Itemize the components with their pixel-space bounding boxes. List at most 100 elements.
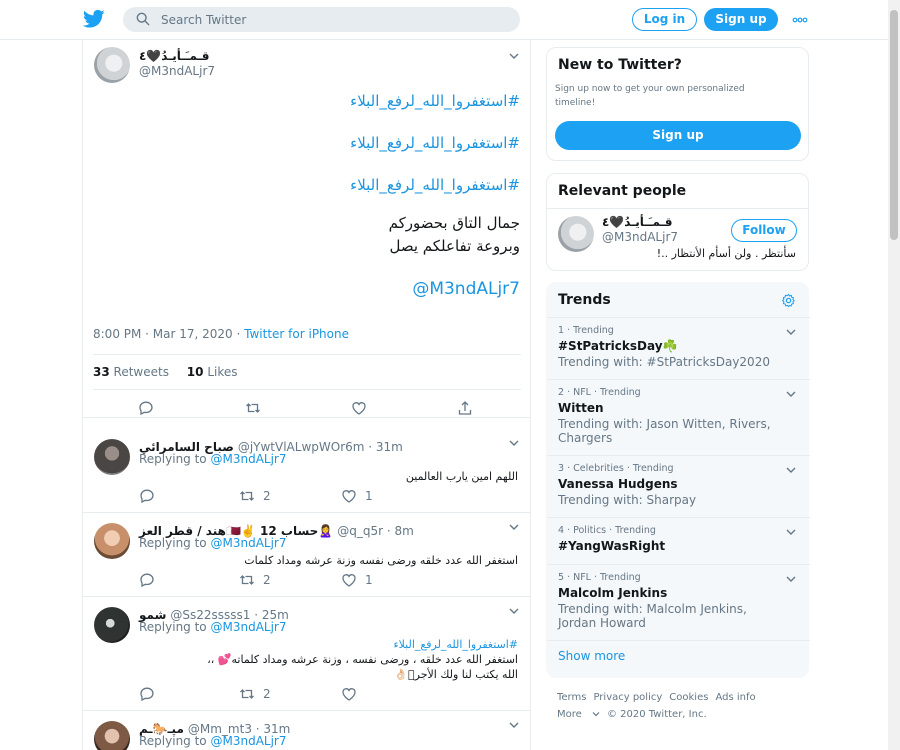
trend-item[interactable]: 5 · NFL · Trending Malcolm Jenkins Trend… bbox=[547, 564, 810, 640]
avatar[interactable] bbox=[94, 721, 130, 750]
reply-icon bbox=[140, 687, 154, 702]
chevron-down-icon[interactable] bbox=[786, 466, 796, 474]
show-more-link[interactable]: Show more bbox=[558, 649, 625, 663]
reply-text-line: استغفر الله عدد خلقه ، ورضى نفسه ، وزنة … bbox=[207, 653, 518, 666]
hashtag-link[interactable]: #استغفروا_الله_لرفع_البلاء bbox=[100, 174, 520, 197]
trend-title[interactable]: #StPatricksDay☘️ bbox=[558, 339, 677, 353]
reply-tweet[interactable]: شمو @Ss22sssss1 · 25m Replying to @M3ndAL… bbox=[83, 597, 530, 711]
footer-more-label: More bbox=[557, 709, 582, 720]
trend-item[interactable]: 1 · Trending #StPatricksDay☘️ Trending w… bbox=[547, 317, 810, 379]
trend-title[interactable]: Vanessa Hudgens bbox=[558, 477, 678, 491]
reply-tweet[interactable]: هند / قطر العز🇶🇦✌️ حساب 12🙎‍♀️ @q_q5r · 8… bbox=[83, 513, 530, 597]
signup-button[interactable]: Sign up bbox=[555, 121, 801, 150]
reply-button[interactable] bbox=[139, 488, 155, 504]
footer-more-menu[interactable]: More bbox=[557, 709, 600, 720]
follow-button[interactable]: Follow bbox=[731, 219, 797, 242]
retweet-button[interactable]: 2 bbox=[239, 488, 271, 504]
like-button[interactable]: 1 bbox=[341, 572, 373, 588]
trend-item[interactable]: 2 · NFL · Trending Witten Trending with:… bbox=[547, 379, 810, 455]
chevron-down-icon[interactable] bbox=[786, 575, 796, 583]
reply-tweet[interactable]: صباح السامرائي @jYwtVlALwpWOr6m · 31m Rep… bbox=[83, 429, 530, 513]
avatar[interactable] bbox=[94, 607, 130, 643]
retweets-stat[interactable]: 33 Retweets bbox=[93, 365, 169, 379]
tweet-time[interactable]: 8:00 PM · Mar 17, 2020 · bbox=[93, 327, 244, 341]
chevron-down-icon[interactable] bbox=[509, 721, 519, 729]
chevron-down-icon bbox=[592, 712, 600, 717]
copyright: © 2020 Twitter, Inc. bbox=[606, 709, 707, 720]
reply-button[interactable] bbox=[139, 572, 155, 588]
retweets-count: 33 bbox=[93, 365, 110, 379]
footer-link-cookies[interactable]: Cookies bbox=[669, 692, 708, 703]
chevron-down-icon[interactable] bbox=[509, 607, 519, 615]
page-scrollbar[interactable] bbox=[888, 0, 900, 750]
main-tweet[interactable]: قـمـَـأيـدُ🖤٤ @M3ndALjr7 #استغفروا_الله_… bbox=[83, 40, 530, 418]
chevron-down-icon[interactable] bbox=[509, 439, 519, 447]
replying-to: Replying to @M3ndALjr7 bbox=[139, 536, 287, 550]
chevron-down-icon[interactable] bbox=[786, 328, 796, 336]
person-name[interactable]: قـمـَـأيـدُ🖤٤ bbox=[602, 215, 673, 229]
avatar[interactable] bbox=[94, 523, 130, 559]
search-input[interactable] bbox=[161, 10, 501, 29]
mention-link[interactable]: @M3ndALjr7 bbox=[210, 452, 286, 466]
gear-icon[interactable] bbox=[781, 293, 796, 308]
retweet-icon bbox=[240, 491, 254, 501]
trend-item[interactable]: 4 · Politics · Trending #YangWasRight bbox=[547, 517, 810, 564]
footer-link-ads-info[interactable]: Ads info bbox=[715, 692, 755, 703]
trend-title[interactable]: Witten bbox=[558, 401, 604, 415]
more-dots-icon[interactable] bbox=[792, 12, 808, 28]
like-button[interactable]: 1 bbox=[341, 488, 373, 504]
footer-link-privacy[interactable]: Privacy policy bbox=[593, 692, 662, 703]
chevron-down-icon[interactable] bbox=[509, 523, 519, 531]
retweet-button[interactable] bbox=[245, 400, 261, 416]
avatar[interactable] bbox=[94, 47, 130, 83]
like-button[interactable] bbox=[351, 400, 367, 416]
hashtag-link[interactable]: #استغفروا_الله_لرفع_البلاء bbox=[100, 132, 520, 155]
twitter-bird-logo-icon[interactable] bbox=[83, 9, 105, 29]
mention-link[interactable]: @M3ndALjr7 bbox=[210, 536, 286, 550]
person-handle[interactable]: @M3ndALjr7 bbox=[602, 230, 678, 244]
reply-author-handle[interactable]: @q_q5r · 8m bbox=[337, 524, 414, 538]
reply-tweet[interactable]: ميـ🐎ـم @Mm_mt3 · 31m Replying to @M3ndALj… bbox=[83, 711, 530, 750]
replying-label: Replying to bbox=[139, 734, 207, 748]
trend-subtitle: Trending with: Sharpay bbox=[558, 493, 697, 507]
scrollbar-thumb[interactable] bbox=[890, 10, 898, 240]
likes-stat[interactable]: 10 Likes bbox=[187, 365, 238, 379]
mention-link[interactable]: @M3ndALjr7 bbox=[210, 734, 286, 748]
mention-link[interactable]: @M3ndALjr7 bbox=[210, 620, 286, 634]
avatar[interactable] bbox=[94, 439, 130, 475]
chevron-down-icon[interactable] bbox=[786, 528, 796, 536]
tweet-source-link[interactable]: Twitter for iPhone bbox=[244, 327, 349, 341]
author-handle[interactable]: @M3ndALjr7 bbox=[139, 64, 215, 78]
avatar[interactable] bbox=[558, 216, 594, 252]
like-button[interactable] bbox=[341, 686, 365, 702]
trend-title[interactable]: Malcolm Jenkins bbox=[558, 586, 667, 600]
tweet-body: #استغفروا_الله_لرفع_البلاء #استغفروا_الل… bbox=[100, 90, 520, 301]
footer-link-terms[interactable]: Terms bbox=[557, 692, 586, 703]
login-button[interactable]: Log in bbox=[632, 8, 697, 31]
heart-icon bbox=[342, 688, 356, 701]
tweet-actions bbox=[93, 400, 521, 420]
retweet-button[interactable]: 2 bbox=[239, 686, 271, 702]
author-name[interactable]: قـمـَـأيـدُ🖤٤ bbox=[139, 49, 210, 63]
reply-text-line: استغفر الله عدد خلقه ورضى نفسه وزنة عرشه… bbox=[244, 554, 518, 567]
hashtag-link[interactable]: #استغفروا_الله_لرفع_البلاء bbox=[148, 637, 518, 652]
reply-icon bbox=[140, 573, 154, 588]
chevron-down-icon[interactable] bbox=[509, 52, 519, 60]
retweet-icon bbox=[246, 403, 260, 413]
hashtag-link[interactable]: #استغفروا_الله_لرفع_البلاء bbox=[100, 90, 520, 113]
signup-button[interactable]: Sign up bbox=[704, 8, 778, 31]
retweets-label: Retweets bbox=[113, 365, 169, 379]
mention-link[interactable]: @M3ndALjr7 bbox=[100, 278, 520, 301]
retweet-count: 2 bbox=[263, 687, 271, 701]
reply-button[interactable] bbox=[138, 400, 154, 416]
chevron-down-icon[interactable] bbox=[786, 390, 796, 398]
card-title: New to Twitter? bbox=[558, 57, 682, 73]
trend-title[interactable]: #YangWasRight bbox=[558, 539, 665, 553]
search-box[interactable] bbox=[123, 7, 520, 32]
reply-button[interactable] bbox=[139, 686, 155, 702]
card-description: Sign up now to get your own personalized… bbox=[555, 84, 745, 108]
likes-count: 10 bbox=[186, 365, 204, 379]
share-button[interactable] bbox=[457, 400, 473, 416]
trend-item[interactable]: 3 · Celebrities · Trending Vanessa Hudge… bbox=[547, 455, 810, 517]
retweet-button[interactable]: 2 bbox=[239, 572, 271, 588]
